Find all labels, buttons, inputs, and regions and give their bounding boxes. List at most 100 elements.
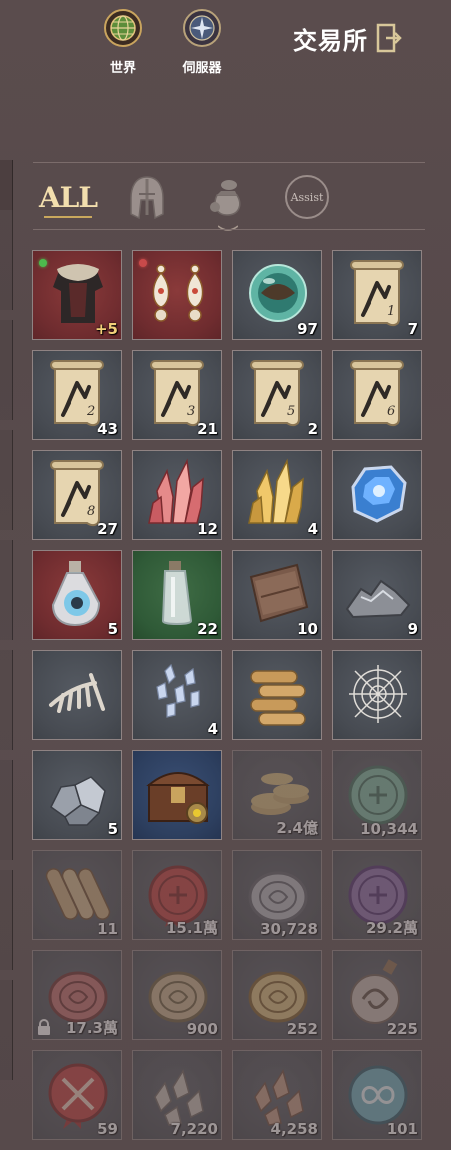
crystal-shards-icon: [156, 663, 200, 718]
item-count: 12: [197, 520, 218, 538]
bones-icon: [49, 673, 105, 713]
item-count: 5: [107, 620, 118, 638]
item-count: 4: [207, 720, 218, 738]
gold-crystal-icon: [248, 458, 304, 524]
inventory-slot[interactable]: 17: [332, 250, 422, 340]
item-count: 2.4億: [276, 819, 318, 837]
silver-ore-icon: [50, 776, 106, 826]
top-bar: 世界 伺服器 交易所: [0, 0, 451, 160]
tab-equipment[interactable]: [117, 172, 177, 222]
inventory-slot[interactable]: 11: [32, 850, 122, 940]
inventory-slot[interactable]: 252: [232, 950, 322, 1040]
helmet-icon: [130, 176, 164, 220]
exchange-title: 交易所: [293, 26, 368, 55]
item-count: +5: [94, 320, 118, 338]
scroll-1-icon: 1: [350, 260, 404, 327]
inventory-slot[interactable]: [132, 750, 222, 840]
tab-assist[interactable]: Assist: [277, 172, 337, 222]
inventory-slot[interactable]: 17.3萬: [32, 950, 122, 1040]
inventory-slot[interactable]: 900: [132, 950, 222, 1040]
svg-text:5: 5: [287, 404, 295, 419]
scroll-6-icon: 6: [350, 360, 404, 427]
inventory-slot[interactable]: 9: [332, 550, 422, 640]
svg-text:8: 8: [87, 504, 95, 519]
globe-icon: [104, 9, 142, 47]
item-count: 5: [107, 820, 118, 838]
item-count: 101: [386, 1120, 418, 1138]
inventory-slot[interactable]: 4,258: [232, 1050, 322, 1140]
server-button[interactable]: 伺服器: [172, 8, 232, 78]
inventory-slot[interactable]: 5: [32, 550, 122, 640]
world-label: 世界: [109, 61, 136, 76]
inventory-slot[interactable]: 3 21: [132, 350, 222, 440]
inventory-slot[interactable]: 4: [132, 650, 222, 740]
server-label: 伺服器: [182, 61, 222, 76]
item-count: 17.3萬: [65, 1019, 118, 1037]
item-count: 22: [197, 620, 218, 638]
item-count: 7: [407, 320, 418, 338]
inventory-slot[interactable]: 97: [232, 250, 322, 340]
item-count: 10,344: [360, 820, 418, 838]
lock-icon: [38, 1019, 50, 1035]
inventory-slot[interactable]: 22: [132, 550, 222, 640]
inventory-slot[interactable]: 101: [332, 1050, 422, 1140]
inventory-slot[interactable]: 10: [232, 550, 322, 640]
item-count: 97: [297, 320, 318, 338]
ore-pile-icon: [345, 579, 411, 619]
tab-selector-ornament: [218, 225, 238, 231]
pouch-icon: [210, 180, 241, 216]
item-count: 30,728: [260, 920, 318, 938]
treasure-chest-icon: [146, 772, 210, 824]
tabs-divider-top: [33, 162, 425, 163]
item-count: 4,258: [270, 1120, 318, 1138]
grade-dot: [39, 259, 47, 267]
compass-star-icon: [183, 9, 221, 47]
item-count: 7,220: [170, 1120, 218, 1138]
scroll-5-icon: 5: [250, 360, 304, 427]
inventory-slot[interactable]: [232, 650, 322, 740]
inventory-slot[interactable]: [332, 450, 422, 540]
item-count: 27: [97, 520, 118, 538]
world-button[interactable]: 世界: [93, 8, 153, 78]
earrings-icon: [152, 264, 204, 322]
grade-dot: [139, 259, 147, 267]
inventory-slot[interactable]: 7,220: [132, 1050, 222, 1140]
inventory-slot[interactable]: 2 43: [32, 350, 122, 440]
inventory-slot[interactable]: 15.1萬: [132, 850, 222, 940]
inventory-slot[interactable]: 5: [32, 750, 122, 840]
svg-text:1: 1: [387, 304, 395, 319]
tab-materials[interactable]: [197, 172, 257, 222]
tab-all-underline: [44, 216, 92, 218]
svg-text:3: 3: [187, 404, 195, 419]
item-count: 21: [197, 420, 218, 438]
item-count: 225: [386, 1020, 418, 1038]
item-count: 9: [407, 620, 418, 638]
side-panel-edge: [0, 160, 13, 1150]
exit-door-icon: [376, 23, 402, 53]
inventory-slot[interactable]: [132, 250, 222, 340]
inventory-slot[interactable]: 2.4億: [232, 750, 322, 840]
inventory-slot[interactable]: 10,344: [332, 750, 422, 840]
item-count: 2: [307, 420, 318, 438]
assist-icon: Assist: [285, 175, 329, 219]
inventory-slot[interactable]: 6: [332, 350, 422, 440]
tab-all[interactable]: ALL: [38, 172, 98, 222]
inventory-slot[interactable]: 29.2萬: [332, 850, 422, 940]
inventory-slot[interactable]: 12: [132, 450, 222, 540]
inventory-slot[interactable]: +5: [32, 250, 122, 340]
inventory-slot[interactable]: [332, 650, 422, 740]
inventory-slot[interactable]: [32, 650, 122, 740]
inventory-slot[interactable]: 8 27: [32, 450, 122, 540]
tabs-divider-bottom: [33, 229, 425, 230]
eye-potion-icon: [51, 561, 101, 627]
exchange-button[interactable]: 交易所: [293, 20, 402, 56]
spider-web-icon: [349, 665, 407, 723]
inventory-slot[interactable]: 59: [32, 1050, 122, 1140]
item-count: 10: [297, 620, 318, 638]
inventory-slot[interactable]: 4: [232, 450, 322, 540]
inventory-slot[interactable]: 225: [332, 950, 422, 1040]
inventory-slot[interactable]: 30,728: [232, 850, 322, 940]
item-count: 15.1萬: [165, 919, 218, 937]
inventory-slot[interactable]: 52: [232, 350, 322, 440]
item-count: 59: [97, 1120, 118, 1138]
